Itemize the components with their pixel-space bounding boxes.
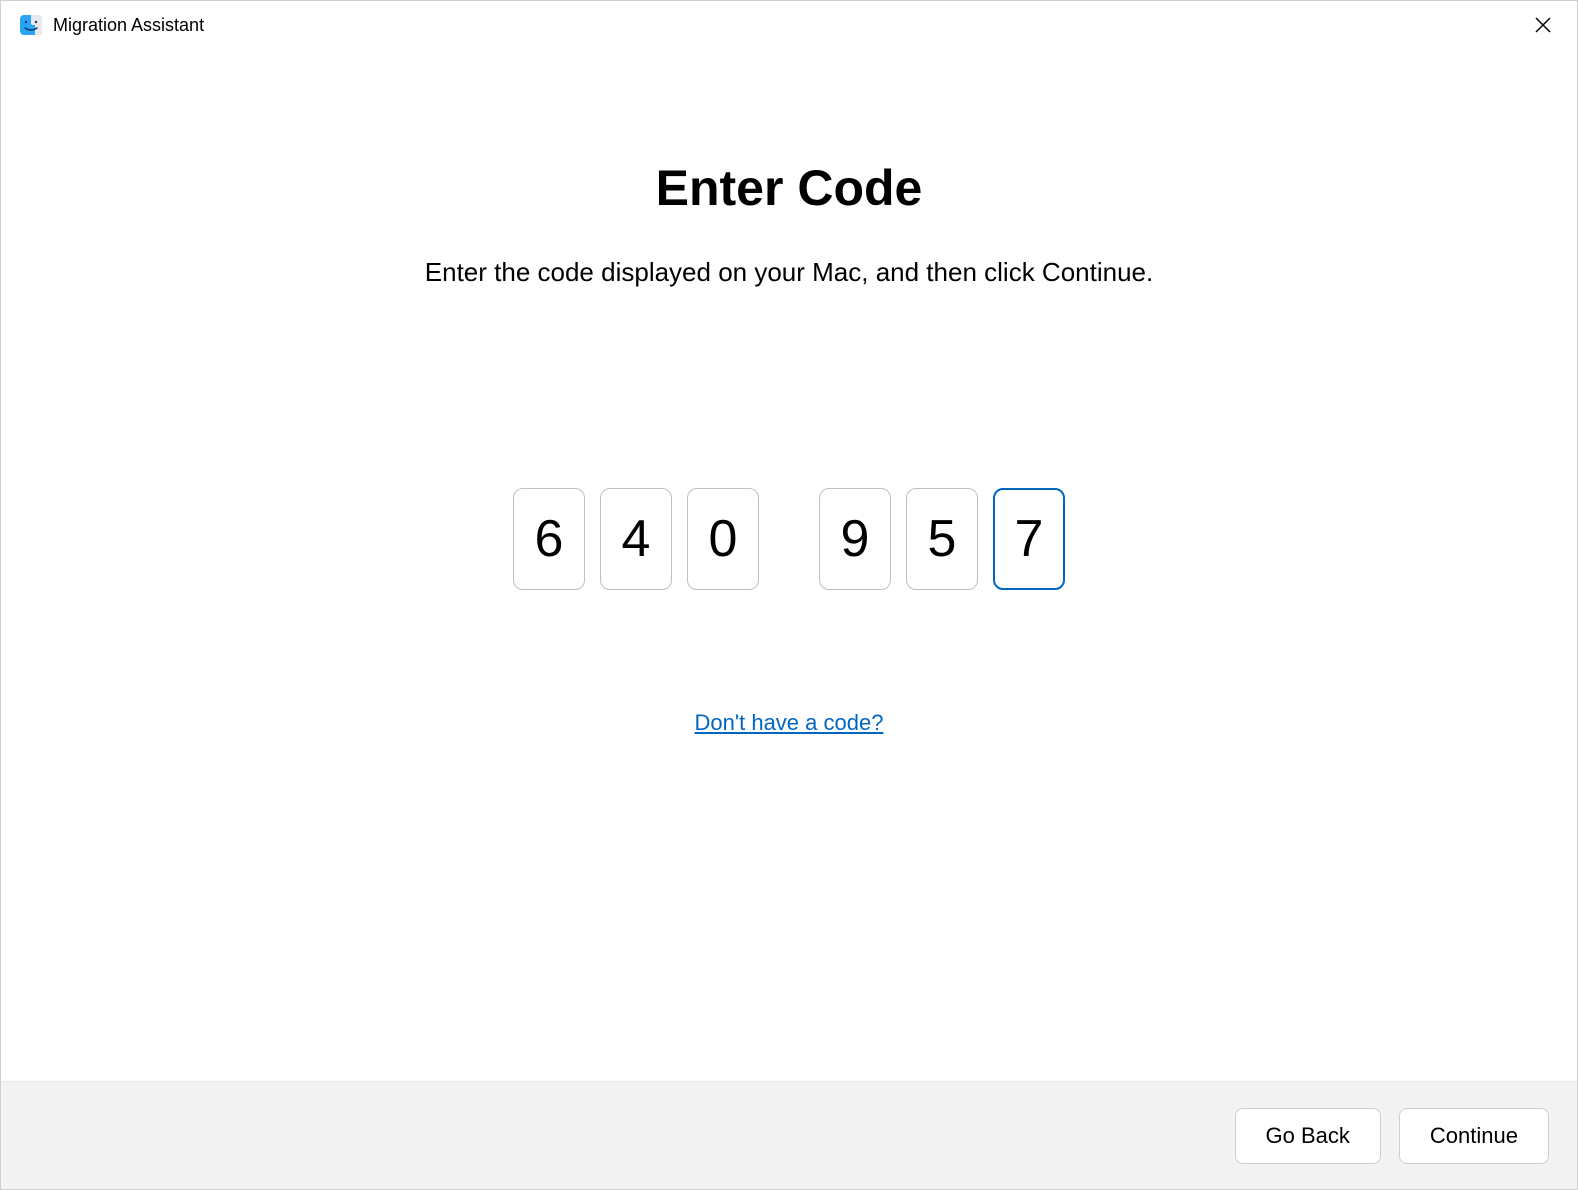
finder-icon — [19, 13, 43, 37]
code-digit-4[interactable] — [819, 488, 891, 590]
close-icon — [1534, 16, 1552, 34]
app-title: Migration Assistant — [53, 15, 204, 36]
titlebar-left: Migration Assistant — [19, 13, 204, 37]
close-button[interactable] — [1527, 9, 1559, 41]
titlebar: Migration Assistant — [1, 1, 1577, 49]
no-code-link[interactable]: Don't have a code? — [695, 710, 884, 736]
code-input-group — [513, 488, 1065, 590]
migration-assistant-window: Migration Assistant Enter Code Enter the… — [0, 0, 1578, 1190]
code-digit-1[interactable] — [513, 488, 585, 590]
code-digit-6[interactable] — [993, 488, 1065, 590]
code-digit-2[interactable] — [600, 488, 672, 590]
content-area: Enter Code Enter the code displayed on y… — [1, 49, 1577, 1081]
page-heading: Enter Code — [656, 159, 923, 217]
footer: Go Back Continue — [1, 1081, 1577, 1189]
continue-button[interactable]: Continue — [1399, 1108, 1549, 1164]
page-subtitle: Enter the code displayed on your Mac, an… — [425, 257, 1153, 288]
code-digit-5[interactable] — [906, 488, 978, 590]
go-back-button[interactable]: Go Back — [1235, 1108, 1381, 1164]
code-digit-3[interactable] — [687, 488, 759, 590]
